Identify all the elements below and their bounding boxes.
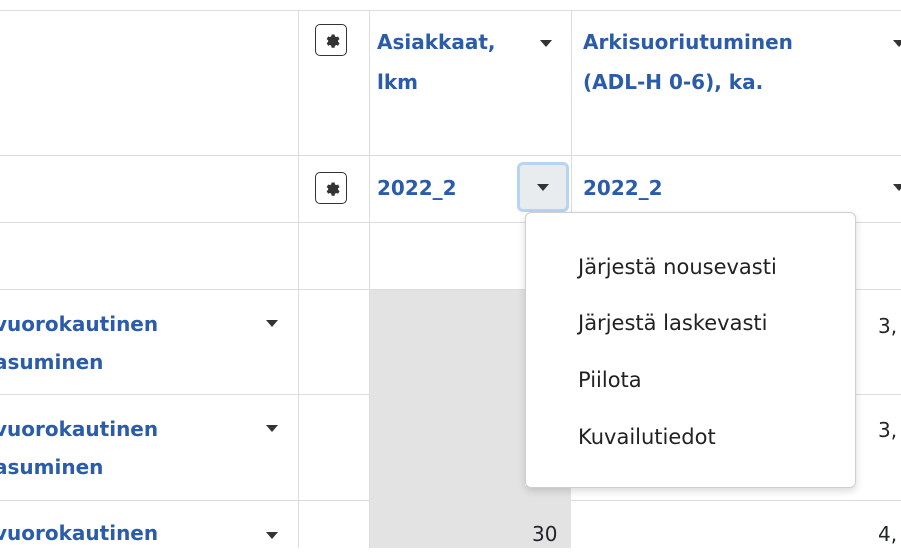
menu-item-hide[interactable]: Piilota	[578, 366, 642, 394]
column-title: Arkisuoriutuminen	[583, 30, 793, 54]
cell-value: 3,	[878, 418, 898, 442]
caret-down-icon	[537, 184, 549, 191]
grid-line	[0, 10, 901, 11]
row-label[interactable]: vuorokautinen asuminen	[0, 305, 158, 381]
cell-value: 30	[532, 522, 558, 546]
row-label-text: vuorokautinen	[0, 312, 159, 336]
row-label-text: vuorokautinen	[0, 417, 159, 441]
grid-line	[298, 10, 299, 548]
menu-item-sort-ascending[interactable]: Järjestä nousevasti	[578, 253, 777, 281]
column-header-arkisuoriutuminen[interactable]: Arkisuoriutuminen (ADL-H 0-6), ka.	[583, 22, 793, 102]
grid-line	[571, 500, 901, 501]
row-label-text: vuorokautinen	[0, 521, 159, 545]
cell-value: 3,	[878, 314, 898, 338]
caret-down-icon[interactable]	[266, 320, 278, 327]
grid-line	[0, 155, 901, 156]
caret-down-icon[interactable]	[893, 184, 901, 191]
gear-icon	[326, 34, 340, 48]
year-header-col1[interactable]: 2022_2	[377, 168, 457, 208]
row-label-text: asuminen	[0, 455, 104, 479]
menu-item-sort-descending[interactable]: Järjestä laskevasti	[578, 309, 767, 337]
caret-down-icon[interactable]	[266, 425, 278, 432]
sort-dropdown-menu: Järjestä nousevasti Järjestä laskevasti …	[525, 212, 856, 488]
year-header-col2[interactable]: 2022_2	[583, 168, 663, 208]
grid-line	[0, 394, 370, 395]
caret-down-icon[interactable]	[266, 532, 278, 539]
caret-down-icon[interactable]	[540, 40, 552, 47]
column-title: lkm	[377, 70, 418, 94]
year-settings-button[interactable]	[315, 172, 347, 204]
column-settings-button[interactable]	[315, 24, 347, 56]
column-header-asiakkaat[interactable]: Asiakkaat, lkm	[377, 22, 496, 102]
row-label-text: asuminen	[0, 350, 104, 374]
column-title: Asiakkaat,	[377, 30, 496, 54]
grid-line	[0, 500, 370, 501]
data-cell-col1	[370, 290, 525, 548]
caret-down-icon[interactable]	[893, 40, 901, 47]
menu-item-metadata[interactable]: Kuvailutiedot	[578, 423, 716, 451]
column-title: (ADL-H 0-6), ka.	[583, 70, 764, 94]
grid-line	[855, 394, 901, 395]
gear-icon	[326, 182, 340, 196]
row-label[interactable]: vuorokautinen asuminen	[0, 410, 158, 486]
row-label[interactable]: vuorokautinen	[0, 514, 158, 552]
grid-line	[571, 10, 572, 212]
cell-value: 4,	[878, 522, 898, 546]
